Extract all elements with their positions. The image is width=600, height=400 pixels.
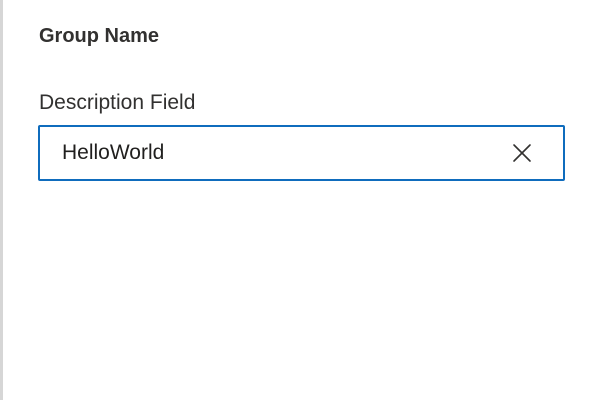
description-field-label: Description Field	[39, 91, 196, 114]
clear-button[interactable]	[509, 140, 535, 166]
close-icon	[513, 144, 531, 162]
panel-left-border	[0, 0, 3, 400]
description-input[interactable]	[62, 127, 482, 179]
details-panel: Group Name Description Field	[0, 0, 600, 400]
description-text-field[interactable]	[38, 125, 565, 181]
group-name-heading: Group Name	[39, 25, 160, 47]
